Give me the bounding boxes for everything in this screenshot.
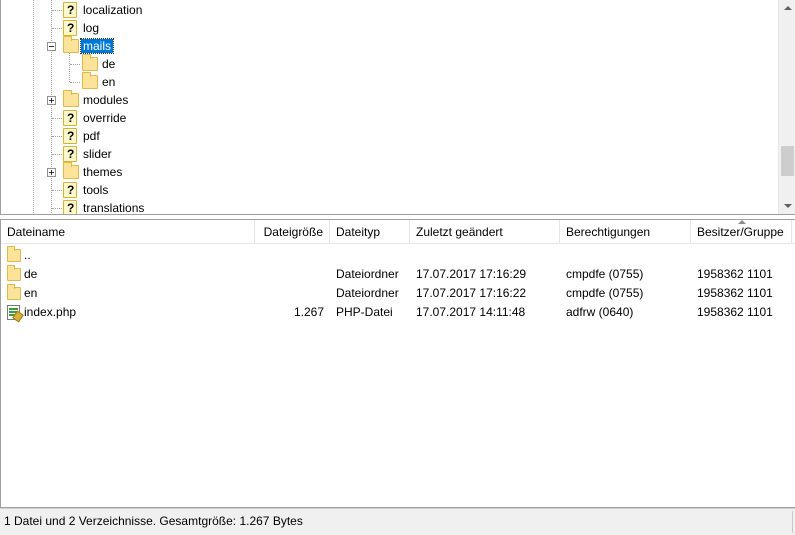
tree-line <box>52 208 62 209</box>
file-list-header: Dateiname Dateigröße Dateityp Zuletzt ge… <box>1 220 795 244</box>
expand-icon[interactable] <box>47 168 56 177</box>
file-size <box>255 265 324 284</box>
tree-item-mails[interactable]: mails <box>1 36 777 55</box>
column-header-size[interactable]: Dateigröße <box>255 220 330 244</box>
tree-line <box>52 10 62 11</box>
scrollbar-thumb[interactable] <box>781 146 794 176</box>
tree-item-label: slider <box>83 147 112 161</box>
file-type: Dateiordner <box>336 286 399 300</box>
tree-item-localization[interactable]: localization <box>1 1 777 19</box>
php-file-icon <box>7 305 20 320</box>
tree-item-label: modules <box>83 93 129 107</box>
tree-item-label: mails <box>79 38 115 54</box>
file-permissions: cmpdfe (0755) <box>566 286 644 300</box>
file-size <box>255 284 324 303</box>
folder-icon <box>7 265 21 281</box>
column-header-name[interactable]: Dateiname <box>1 220 255 244</box>
tree-line <box>52 154 62 155</box>
file-modified: 17.07.2017 17:16:29 <box>416 267 527 281</box>
status-bar: 1 Datei und 2 Verzeichnisse. Gesamtgröße… <box>0 508 795 535</box>
file-row-de[interactable]: de Dateiordner 17.07.2017 17:16:29 cmpdf… <box>1 265 795 284</box>
tree-item-slider[interactable]: slider <box>1 145 777 163</box>
file-owner: 1958362 1101 <box>697 305 773 319</box>
tree-vertical-scrollbar[interactable] <box>778 0 795 214</box>
column-header-type[interactable]: Dateityp <box>330 220 410 244</box>
question-icon <box>63 128 77 144</box>
file-owner: 1958362 1101 <box>697 286 773 300</box>
file-size: 1.267 <box>293 305 324 319</box>
file-modified: 17.07.2017 14:11:48 <box>416 305 526 319</box>
column-header-modified[interactable]: Zuletzt geändert <box>410 220 560 244</box>
file-row-parent[interactable]: .. <box>1 246 795 265</box>
tree-item-translations[interactable]: translations <box>1 199 777 215</box>
collapse-icon[interactable] <box>47 42 56 51</box>
question-icon <box>63 2 77 18</box>
tree-line <box>52 190 62 191</box>
question-icon <box>63 110 77 126</box>
tree-line <box>52 28 62 29</box>
file-name: index.php <box>24 305 77 319</box>
question-icon <box>63 20 77 36</box>
tree-item-override[interactable]: override <box>1 109 777 127</box>
tree-item-label: themes <box>83 165 123 179</box>
question-icon <box>63 146 77 162</box>
remote-file-list[interactable]: Dateiname Dateigröße Dateityp Zuletzt ge… <box>0 219 795 508</box>
tree-item-label: tools <box>83 183 109 197</box>
file-name: de <box>24 267 38 281</box>
question-icon <box>63 200 77 214</box>
file-row-en[interactable]: en Dateiordner 17.07.2017 17:16:22 cmpdf… <box>1 284 795 303</box>
tree-item-label: translations <box>83 201 145 215</box>
file-permissions: cmpdfe (0755) <box>566 267 644 281</box>
tree-item-en[interactable]: en <box>1 72 777 91</box>
tree-item-label: en <box>102 75 116 89</box>
tree-item-themes[interactable]: themes <box>1 162 777 181</box>
file-row-index-php[interactable]: index.php 1.267 PHP-Datei 17.07.2017 14:… <box>1 303 795 322</box>
question-icon <box>63 182 77 198</box>
file-type: Dateiordner <box>336 267 399 281</box>
folder-icon <box>82 72 98 89</box>
folder-icon <box>7 284 21 300</box>
file-name: en <box>24 286 38 300</box>
tree-item-pdf[interactable]: pdf <box>1 127 777 145</box>
file-permissions: adfrw (0640) <box>566 305 634 319</box>
tree-item-label: localization <box>83 3 143 17</box>
folder-icon <box>82 54 98 71</box>
column-header-permissions[interactable]: Berechtigungen <box>560 220 691 244</box>
tree-line <box>70 64 80 65</box>
tree-item-modules[interactable]: modules <box>1 90 777 109</box>
tree-item-label: override <box>83 111 127 125</box>
folder-icon <box>63 36 79 53</box>
folder-icon <box>63 90 79 107</box>
file-type: PHP-Datei <box>336 305 393 319</box>
tree-line <box>52 136 62 137</box>
status-divider <box>792 511 793 533</box>
scroll-up-arrow-icon[interactable] <box>779 0 795 17</box>
expand-icon[interactable] <box>47 96 56 105</box>
file-owner: 1958362 1101 <box>697 267 773 281</box>
tree-item-log[interactable]: log <box>1 19 777 37</box>
folder-icon <box>7 246 21 262</box>
tree-item-label: log <box>83 21 100 35</box>
tree-line <box>52 118 62 119</box>
tree-line <box>70 82 80 83</box>
tree-item-tools[interactable]: tools <box>1 181 777 199</box>
scroll-down-arrow-icon[interactable] <box>779 197 795 214</box>
tree-item-label: de <box>102 57 116 71</box>
file-name: .. <box>24 248 31 262</box>
remote-directory-tree[interactable]: localization log mails de en modules ove… <box>0 0 795 215</box>
folder-icon <box>63 162 79 179</box>
tree-item-label: pdf <box>83 129 100 143</box>
file-modified: 17.07.2017 17:16:22 <box>416 286 527 300</box>
tree-item-de[interactable]: de <box>1 54 777 73</box>
sort-ascending-icon <box>738 220 747 226</box>
status-text: 1 Datei und 2 Verzeichnisse. Gesamtgröße… <box>4 514 303 528</box>
